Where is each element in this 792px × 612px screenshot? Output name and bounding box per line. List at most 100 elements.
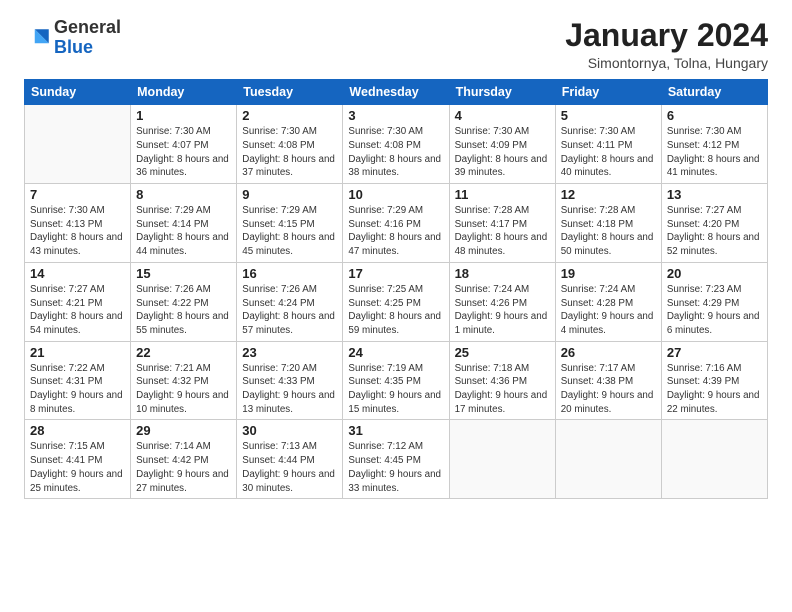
day-info: Sunrise: 7:20 AMSunset: 4:33 PMDaylight:…: [242, 362, 337, 417]
col-monday: Monday: [131, 80, 237, 105]
logo-blue: Blue: [54, 37, 93, 57]
title-block: January 2024 Simontornya, Tolna, Hungary: [565, 18, 768, 71]
day-cell: [555, 420, 661, 499]
day-number: 15: [136, 266, 231, 281]
day-info: Sunrise: 7:24 AMSunset: 4:26 PMDaylight:…: [455, 283, 550, 338]
day-cell: 2 Sunrise: 7:30 AMSunset: 4:08 PMDaylight…: [237, 105, 343, 184]
day-number: 8: [136, 187, 231, 202]
logo-icon: [26, 24, 54, 52]
day-number: 29: [136, 423, 231, 438]
day-info: Sunrise: 7:29 AMSunset: 4:14 PMDaylight:…: [136, 204, 231, 259]
day-cell: 31 Sunrise: 7:12 AMSunset: 4:45 PMDayligh…: [343, 420, 449, 499]
day-cell: 4 Sunrise: 7:30 AMSunset: 4:09 PMDaylight…: [449, 105, 555, 184]
day-cell: 23 Sunrise: 7:20 AMSunset: 4:33 PMDayligh…: [237, 341, 343, 420]
week-row-2: 7Sunrise: 7:30 AMSunset: 4:13 PMDaylight…: [25, 184, 768, 263]
day-number: 3: [348, 108, 443, 123]
day-info: Sunrise: 7:15 AMSunset: 4:41 PMDaylight:…: [30, 440, 125, 495]
day-info: Sunrise: 7:18 AMSunset: 4:36 PMDaylight:…: [455, 362, 550, 417]
day-info: Sunrise: 7:30 AMSunset: 4:09 PMDaylight:…: [455, 125, 550, 180]
calendar-table: Sunday Monday Tuesday Wednesday Thursday…: [24, 79, 768, 499]
calendar-subtitle: Simontornya, Tolna, Hungary: [565, 55, 768, 71]
day-cell: 21Sunrise: 7:22 AMSunset: 4:31 PMDayligh…: [25, 341, 131, 420]
day-info: Sunrise: 7:26 AMSunset: 4:24 PMDaylight:…: [242, 283, 337, 338]
day-cell: 22 Sunrise: 7:21 AMSunset: 4:32 PMDayligh…: [131, 341, 237, 420]
day-info: Sunrise: 7:23 AMSunset: 4:29 PMDaylight:…: [667, 283, 762, 338]
day-number: 5: [561, 108, 656, 123]
day-cell: [25, 105, 131, 184]
day-info: Sunrise: 7:28 AMSunset: 4:18 PMDaylight:…: [561, 204, 656, 259]
day-info: Sunrise: 7:25 AMSunset: 4:25 PMDaylight:…: [348, 283, 443, 338]
day-info: Sunrise: 7:30 AMSunset: 4:08 PMDaylight:…: [242, 125, 337, 180]
day-cell: 11Sunrise: 7:28 AMSunset: 4:17 PMDayligh…: [449, 184, 555, 263]
logo-text: General Blue: [54, 18, 121, 58]
day-info: Sunrise: 7:28 AMSunset: 4:17 PMDaylight:…: [455, 204, 550, 259]
day-info: Sunrise: 7:27 AMSunset: 4:21 PMDaylight:…: [30, 283, 125, 338]
day-number: 17: [348, 266, 443, 281]
col-wednesday: Wednesday: [343, 80, 449, 105]
day-info: Sunrise: 7:30 AMSunset: 4:08 PMDaylight:…: [348, 125, 443, 180]
day-number: 21: [30, 345, 125, 360]
day-info: Sunrise: 7:30 AMSunset: 4:07 PMDaylight:…: [136, 125, 231, 180]
col-tuesday: Tuesday: [237, 80, 343, 105]
day-number: 16: [242, 266, 337, 281]
day-number: 1: [136, 108, 231, 123]
day-number: 22: [136, 345, 231, 360]
day-cell: 3 Sunrise: 7:30 AMSunset: 4:08 PMDaylight…: [343, 105, 449, 184]
day-cell: 25Sunrise: 7:18 AMSunset: 4:36 PMDayligh…: [449, 341, 555, 420]
day-info: Sunrise: 7:12 AMSunset: 4:45 PMDaylight:…: [348, 440, 443, 495]
day-number: 23: [242, 345, 337, 360]
week-row-1: 1 Sunrise: 7:30 AMSunset: 4:07 PMDaylight…: [25, 105, 768, 184]
day-number: 9: [242, 187, 337, 202]
col-saturday: Saturday: [661, 80, 767, 105]
day-number: 12: [561, 187, 656, 202]
day-number: 26: [561, 345, 656, 360]
col-sunday: Sunday: [25, 80, 131, 105]
col-thursday: Thursday: [449, 80, 555, 105]
week-row-5: 28 Sunrise: 7:15 AMSunset: 4:41 PMDayligh…: [25, 420, 768, 499]
day-number: 30: [242, 423, 337, 438]
logo-general: General: [54, 17, 121, 37]
day-cell: 20 Sunrise: 7:23 AMSunset: 4:29 PMDayligh…: [661, 262, 767, 341]
week-row-4: 21Sunrise: 7:22 AMSunset: 4:31 PMDayligh…: [25, 341, 768, 420]
day-info: Sunrise: 7:24 AMSunset: 4:28 PMDaylight:…: [561, 283, 656, 338]
day-info: Sunrise: 7:14 AMSunset: 4:42 PMDaylight:…: [136, 440, 231, 495]
day-cell: 8 Sunrise: 7:29 AMSunset: 4:14 PMDaylight…: [131, 184, 237, 263]
day-info: Sunrise: 7:27 AMSunset: 4:20 PMDaylight:…: [667, 204, 762, 259]
day-info: Sunrise: 7:29 AMSunset: 4:15 PMDaylight:…: [242, 204, 337, 259]
week-row-3: 14 Sunrise: 7:27 AMSunset: 4:21 PMDayligh…: [25, 262, 768, 341]
day-info: Sunrise: 7:30 AMSunset: 4:11 PMDaylight:…: [561, 125, 656, 180]
day-number: 4: [455, 108, 550, 123]
day-number: 27: [667, 345, 762, 360]
day-info: Sunrise: 7:29 AMSunset: 4:16 PMDaylight:…: [348, 204, 443, 259]
page: General Blue January 2024 Simontornya, T…: [0, 0, 792, 509]
day-number: 20: [667, 266, 762, 281]
day-number: 24: [348, 345, 443, 360]
column-header-row: Sunday Monday Tuesday Wednesday Thursday…: [25, 80, 768, 105]
day-number: 28: [30, 423, 125, 438]
day-cell: 27 Sunrise: 7:16 AMSunset: 4:39 PMDayligh…: [661, 341, 767, 420]
calendar-title: January 2024: [565, 18, 768, 53]
day-cell: 12 Sunrise: 7:28 AMSunset: 4:18 PMDayligh…: [555, 184, 661, 263]
day-number: 2: [242, 108, 337, 123]
logo: General Blue: [24, 18, 121, 58]
day-number: 14: [30, 266, 125, 281]
day-cell: 17 Sunrise: 7:25 AMSunset: 4:25 PMDayligh…: [343, 262, 449, 341]
day-cell: 14 Sunrise: 7:27 AMSunset: 4:21 PMDayligh…: [25, 262, 131, 341]
header: General Blue January 2024 Simontornya, T…: [24, 18, 768, 71]
day-number: 10: [348, 187, 443, 202]
day-cell: 1 Sunrise: 7:30 AMSunset: 4:07 PMDaylight…: [131, 105, 237, 184]
day-number: 19: [561, 266, 656, 281]
day-info: Sunrise: 7:16 AMSunset: 4:39 PMDaylight:…: [667, 362, 762, 417]
day-info: Sunrise: 7:21 AMSunset: 4:32 PMDaylight:…: [136, 362, 231, 417]
day-info: Sunrise: 7:13 AMSunset: 4:44 PMDaylight:…: [242, 440, 337, 495]
day-cell: 10 Sunrise: 7:29 AMSunset: 4:16 PMDayligh…: [343, 184, 449, 263]
day-cell: 5 Sunrise: 7:30 AMSunset: 4:11 PMDaylight…: [555, 105, 661, 184]
day-info: Sunrise: 7:17 AMSunset: 4:38 PMDaylight:…: [561, 362, 656, 417]
day-cell: 24Sunrise: 7:19 AMSunset: 4:35 PMDayligh…: [343, 341, 449, 420]
day-number: 31: [348, 423, 443, 438]
day-number: 18: [455, 266, 550, 281]
day-cell: 16 Sunrise: 7:26 AMSunset: 4:24 PMDayligh…: [237, 262, 343, 341]
day-cell: 6Sunrise: 7:30 AMSunset: 4:12 PMDaylight…: [661, 105, 767, 184]
day-info: Sunrise: 7:26 AMSunset: 4:22 PMDaylight:…: [136, 283, 231, 338]
day-info: Sunrise: 7:30 AMSunset: 4:12 PMDaylight:…: [667, 125, 762, 180]
